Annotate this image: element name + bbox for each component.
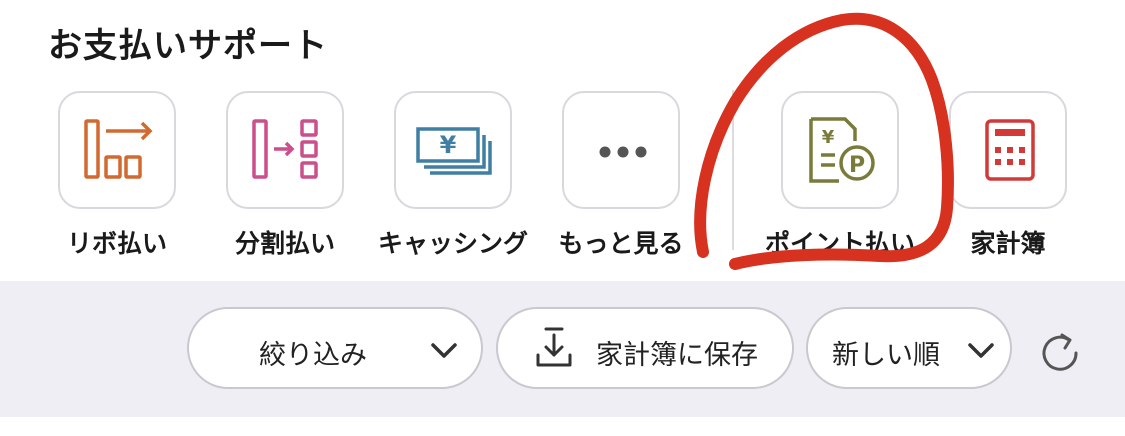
section-title: お支払いサポート bbox=[48, 26, 328, 66]
point-payment-label: ポイント払い bbox=[764, 229, 915, 258]
household-budget-label: 家計簿 bbox=[970, 229, 1046, 258]
chevron-down-icon bbox=[968, 343, 994, 358]
installment-payment-button[interactable] bbox=[226, 91, 344, 209]
cash-advance-button[interactable]: ¥ bbox=[394, 91, 512, 209]
revolving-payment-label: リボ払い bbox=[66, 229, 167, 258]
revolving-payment-icon bbox=[84, 119, 153, 179]
filter-dropdown[interactable]: 絞り込み bbox=[187, 307, 483, 389]
save-to-household-budget-button[interactable]: 家計簿に保存 bbox=[496, 307, 794, 389]
cash-advance-label: キャッシング bbox=[377, 229, 528, 258]
installment-payment-icon bbox=[252, 119, 318, 179]
revolving-payment-button[interactable] bbox=[58, 91, 176, 209]
filter-label: 絞り込み bbox=[259, 340, 367, 371]
chevron-down-icon bbox=[431, 343, 457, 358]
more-label: もっと見る bbox=[558, 229, 684, 258]
download-icon bbox=[536, 327, 572, 367]
calculator-icon bbox=[985, 119, 1035, 181]
sort-label: 新しい順 bbox=[832, 340, 940, 371]
installment-payment-label: 分割払い bbox=[234, 229, 335, 258]
refresh-icon[interactable] bbox=[1036, 329, 1084, 377]
yen-symbol: ¥ bbox=[440, 131, 457, 159]
more-button[interactable] bbox=[562, 91, 680, 209]
household-budget-button[interactable] bbox=[949, 91, 1067, 209]
point-payment-icon: ¥ P bbox=[809, 117, 875, 183]
save-label: 家計簿に保存 bbox=[596, 340, 758, 371]
sort-dropdown[interactable]: 新しい順 bbox=[806, 307, 1012, 389]
more-dots-icon bbox=[599, 146, 647, 158]
point-symbol: P bbox=[849, 153, 865, 178]
yen-symbol: ¥ bbox=[822, 127, 835, 148]
section-divider bbox=[732, 90, 734, 250]
cash-advance-icon: ¥ bbox=[416, 127, 492, 175]
point-payment-button[interactable]: ¥ P bbox=[781, 91, 899, 209]
